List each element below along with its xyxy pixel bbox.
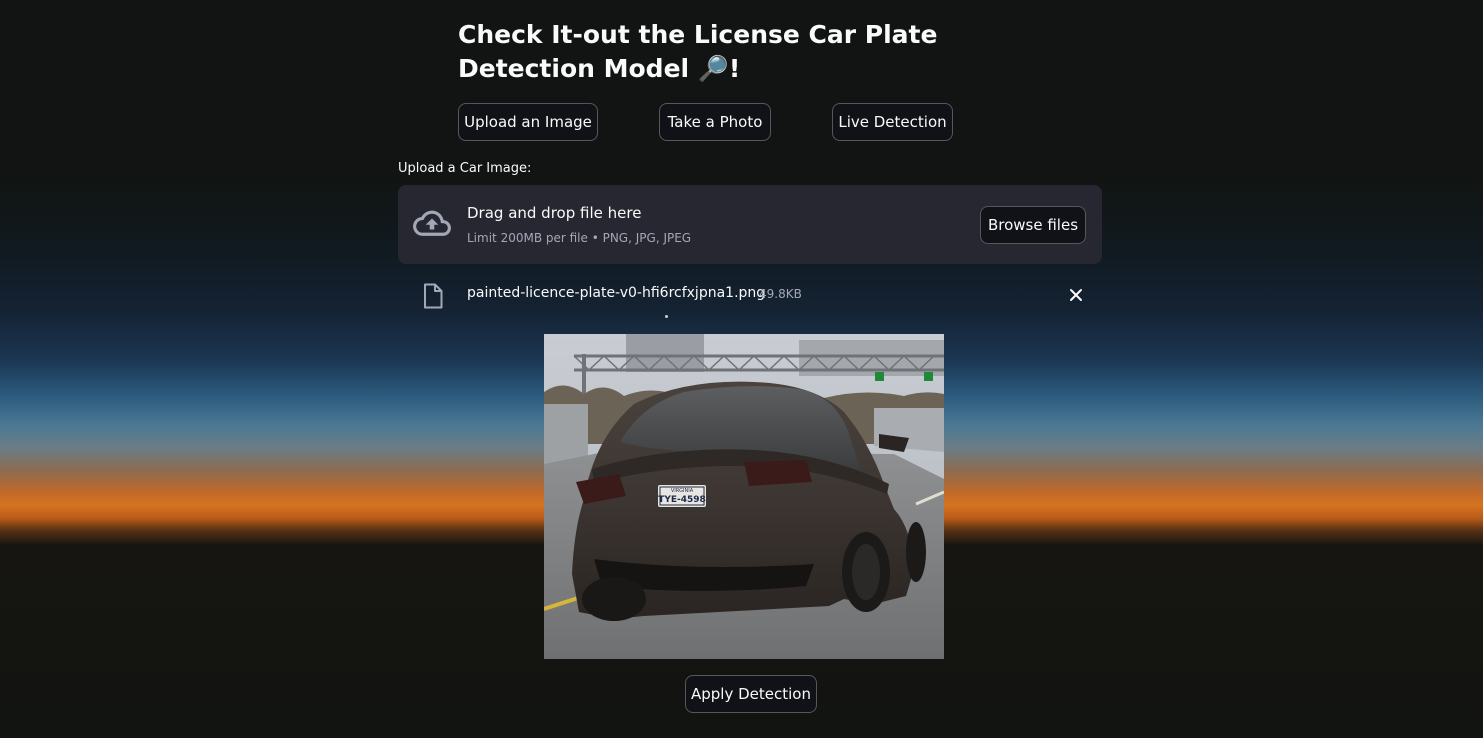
browse-files-button[interactable]: Browse files bbox=[980, 206, 1086, 244]
live-detection-button[interactable]: Live Detection bbox=[832, 103, 953, 141]
car-image-preview: VIRGINIA TYE-4598 bbox=[544, 334, 944, 659]
car-photo: VIRGINIA TYE-4598 bbox=[544, 334, 944, 659]
file-size: 49.8KB bbox=[759, 287, 802, 301]
plate-number-text: TYE-4598 bbox=[658, 495, 706, 505]
upload-image-button[interactable]: Upload an Image bbox=[458, 103, 598, 141]
apply-detection-button[interactable]: Apply Detection bbox=[685, 675, 817, 713]
take-photo-button[interactable]: Take a Photo bbox=[659, 103, 771, 141]
plate-state-text: VIRGINIA bbox=[671, 488, 694, 494]
file-name: painted-licence-plate-v0-hfi6rcfxjpna1.p… bbox=[467, 285, 766, 301]
file-dropzone[interactable]: Drag and drop file here Limit 200MB per … bbox=[398, 185, 1102, 264]
page-title: Check It-out the License Car Plate Detec… bbox=[458, 20, 938, 83]
uploader-label: Upload a Car Image: bbox=[398, 161, 532, 176]
cloud-upload-icon bbox=[413, 210, 451, 236]
status-dot bbox=[665, 315, 668, 318]
file-icon bbox=[424, 283, 443, 309]
uploaded-file-row: painted-licence-plate-v0-hfi6rcfxjpna1.p… bbox=[398, 276, 1102, 314]
dropzone-title: Drag and drop file here bbox=[467, 204, 642, 222]
close-icon[interactable] bbox=[1068, 287, 1084, 303]
dropzone-subtitle: Limit 200MB per file • PNG, JPG, JPEG bbox=[467, 231, 692, 245]
